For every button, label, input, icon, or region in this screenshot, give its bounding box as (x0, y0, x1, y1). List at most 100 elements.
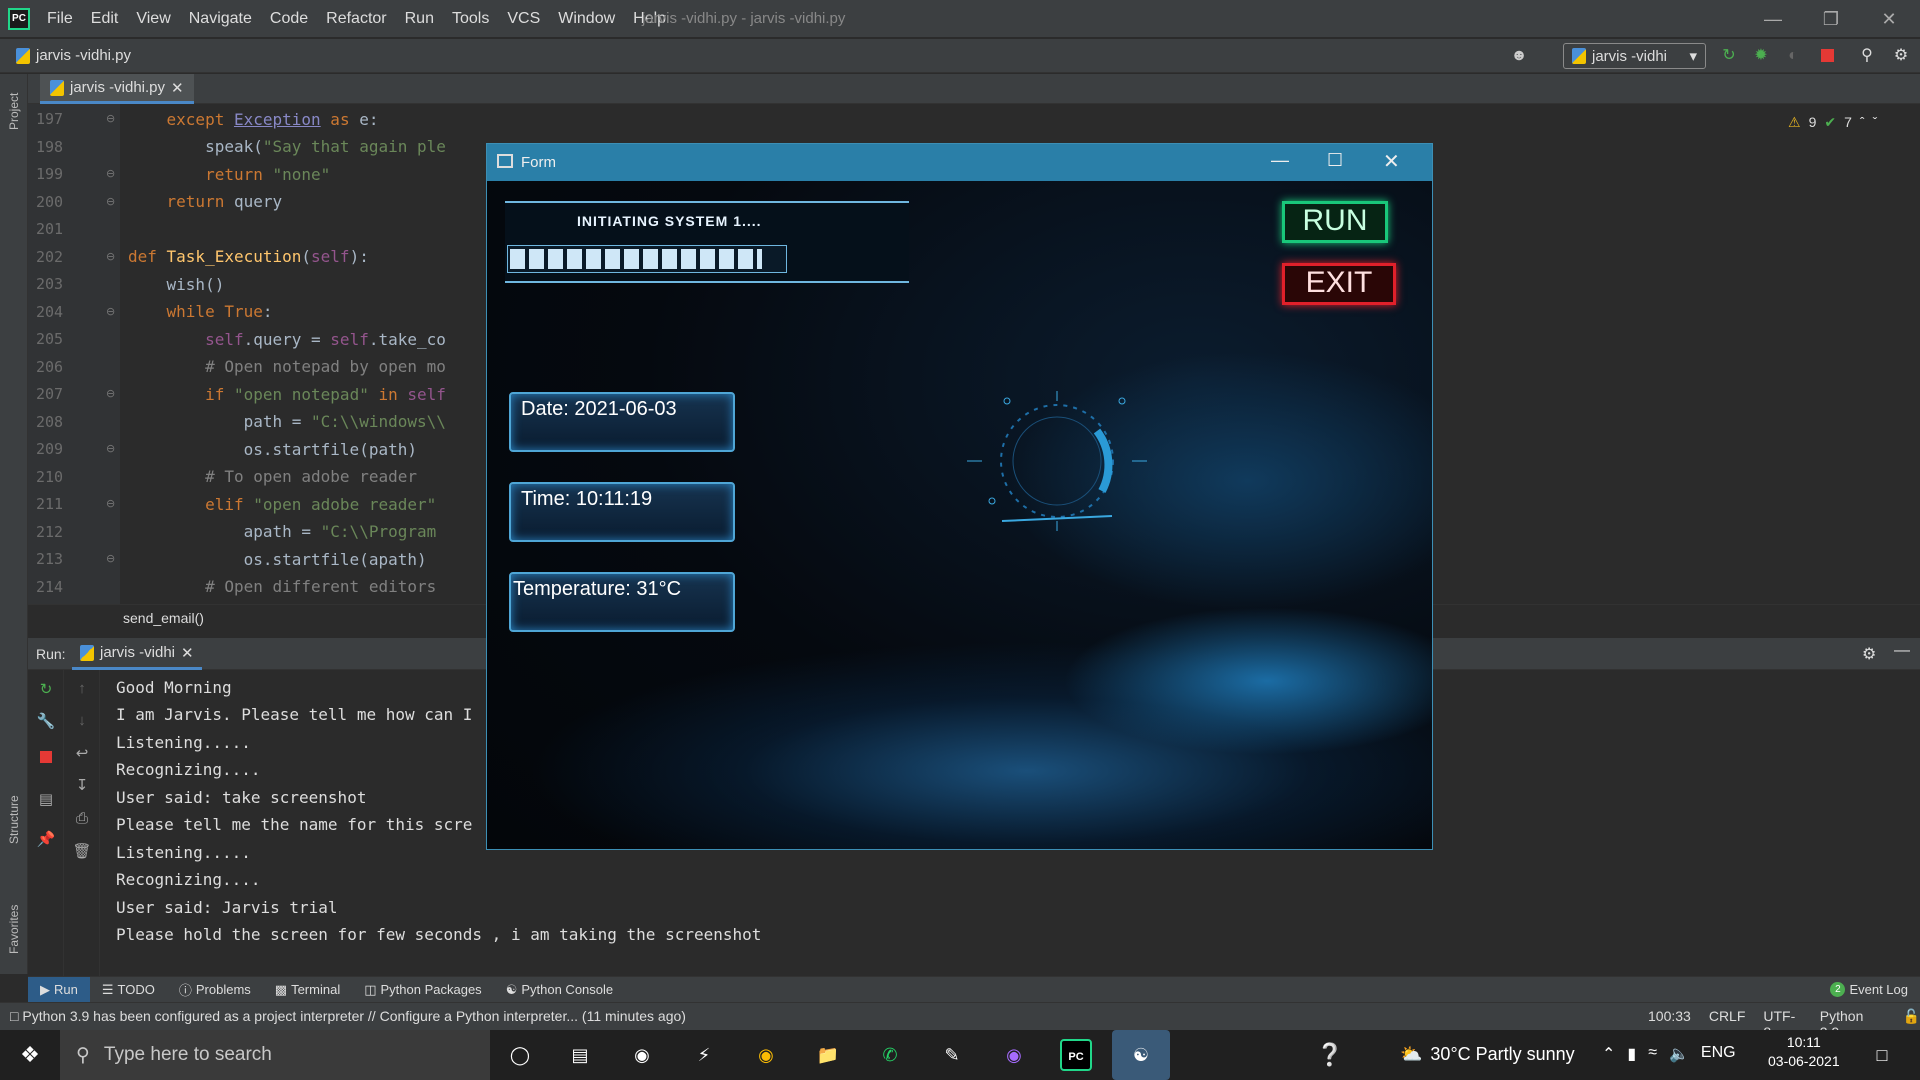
task-view-icon[interactable]: ▤ (564, 1039, 596, 1071)
fold-icon[interactable]: ⊖ (106, 497, 115, 510)
form-window-icon (497, 154, 513, 168)
fold-icon[interactable]: ⊖ (106, 552, 115, 565)
weather-widget[interactable]: ⛅ 30°C Partly sunny (1400, 1044, 1575, 1065)
menu-tools[interactable]: Tools (443, 10, 498, 28)
menu-view[interactable]: View (127, 10, 179, 28)
rerun-icon[interactable]: ↻ (36, 680, 56, 700)
terminal-tool-tab[interactable]: ▩ Terminal (263, 982, 352, 998)
terminal-label: Terminal (291, 982, 341, 997)
console-line: Good Morning (116, 678, 232, 697)
wifi-icon[interactable]: ≈ (1648, 1044, 1657, 1064)
close-button[interactable]: ✕ (1383, 149, 1400, 174)
close-tab-icon[interactable]: ✕ (171, 79, 184, 97)
project-tool-tab[interactable]: Project (7, 93, 21, 130)
fold-icon[interactable]: ⊖ (106, 387, 115, 400)
chevron-up-icon[interactable]: ⌃ (1602, 1044, 1615, 1064)
fold-icon[interactable]: ⊖ (106, 195, 115, 208)
trash-icon[interactable]: 🗑 (72, 842, 92, 862)
menu-file[interactable]: File (38, 10, 82, 28)
python-console-tool-tab[interactable]: ☯ Python Console (494, 982, 625, 998)
github-icon[interactable]: ◉ (998, 1039, 1030, 1071)
soft-wrap-icon[interactable]: ↩ (72, 744, 92, 764)
clock[interactable]: 10:11 03-06-2021 (1768, 1034, 1840, 1069)
event-log-tool-tab[interactable]: 2 Event Log (1818, 982, 1920, 997)
pycharm-taskbar-icon[interactable]: PC (1060, 1039, 1092, 1071)
stop-icon[interactable] (1816, 45, 1838, 67)
exit-button[interactable]: EXIT (1282, 263, 1396, 305)
cortana-icon[interactable]: ◯ (504, 1039, 536, 1071)
favorites-tool-tab[interactable]: Favorites (7, 905, 21, 954)
volume-icon[interactable]: 🔈 (1669, 1044, 1689, 1064)
close-button[interactable]: ✕ (1860, 0, 1918, 38)
menu-window[interactable]: Window (549, 10, 624, 28)
notification-icon[interactable]: □ (1866, 1039, 1898, 1071)
warning-count: 9 (1808, 114, 1817, 130)
coverage-icon[interactable]: ◐ (1782, 45, 1804, 67)
maximize-button[interactable]: ☐ (1327, 150, 1343, 171)
restore-button[interactable]: ❐ (1802, 0, 1860, 38)
todo-tool-tab[interactable]: ☰ TODO (90, 982, 167, 998)
run-tab[interactable]: jarvis -vidhi ✕ (72, 638, 202, 670)
status-message[interactable]: □ Python 3.9 has been configured as a pr… (10, 1008, 686, 1024)
settings-gear-icon[interactable]: ⚙ (1890, 45, 1912, 67)
rerun-icon[interactable]: ↻ (1718, 45, 1740, 67)
python-form-taskbar-icon[interactable]: ☯ (1112, 1030, 1170, 1080)
menu-edit[interactable]: Edit (82, 10, 128, 28)
user-icon[interactable]: ☻ (1508, 45, 1530, 67)
fold-icon[interactable]: ⊖ (106, 112, 115, 125)
run-config-select[interactable]: jarvis -vidhi ▾ (1563, 43, 1706, 69)
minimize-button[interactable]: — (1271, 150, 1289, 171)
time-display: Time: 10:11:19 (509, 482, 735, 542)
line-number: 213 (36, 550, 64, 568)
arrow-up-icon[interactable]: ↑ (72, 680, 92, 700)
stop-icon[interactable] (36, 750, 56, 770)
help-icon[interactable]: ❔ (1314, 1039, 1346, 1071)
hide-panel-icon[interactable]: — (1894, 642, 1910, 660)
minimize-button[interactable]: — (1744, 0, 1802, 38)
fold-icon[interactable]: ⊖ (106, 442, 115, 455)
editor-tab[interactable]: jarvis -vidhi.py ✕ (40, 74, 194, 104)
menu-refactor[interactable]: Refactor (317, 10, 395, 28)
fold-icon[interactable]: ⊖ (106, 305, 115, 318)
chevron-up-icon[interactable]: ˆ (1860, 114, 1865, 131)
chrome-icon[interactable]: ◉ (750, 1039, 782, 1071)
search-icon[interactable]: ⚲ (1856, 45, 1878, 67)
run-tool-tab[interactable]: ▶ Run (28, 977, 90, 1002)
whatsapp-icon[interactable]: ✆ (874, 1039, 906, 1071)
problems-tool-tab[interactable]: ⓘ Problems (167, 980, 263, 999)
fold-icon[interactable]: ⊖ (106, 167, 115, 180)
lightning-app-icon[interactable]: ⚡ (688, 1039, 720, 1071)
menu-run[interactable]: Run (396, 10, 443, 28)
close-tab-icon[interactable]: ✕ (181, 644, 194, 662)
taskbar-search[interactable]: ⚲ Type here to search (60, 1030, 490, 1080)
menu-vcs[interactable]: VCS (498, 10, 549, 28)
notes-app-icon[interactable]: ✎ (936, 1039, 968, 1071)
chevron-down-icon[interactable]: ˇ (1873, 114, 1878, 131)
language-indicator[interactable]: ENG (1701, 1044, 1736, 1064)
line-number: 210 (36, 467, 64, 486)
function-breadcrumb[interactable]: send_email() (123, 610, 204, 626)
status-message-text: Python 3.9 has been configured as a proj… (22, 1008, 686, 1024)
packages-tool-tab[interactable]: ◫ Python Packages (352, 982, 493, 998)
arrow-down-icon[interactable]: ↓ (72, 712, 92, 732)
scroll-to-end-icon[interactable]: ↧ (72, 776, 92, 796)
line-number: 203 (36, 275, 64, 293)
debug-icon[interactable]: ✹ (1750, 45, 1772, 67)
windows-start-icon[interactable]: ❖ (14, 1039, 46, 1071)
wrench-icon[interactable]: 🔧 (36, 712, 56, 732)
menu-code[interactable]: Code (261, 10, 317, 28)
fold-icon[interactable]: ⊖ (106, 250, 115, 263)
run-button[interactable]: RUN (1282, 201, 1388, 243)
print-icon[interactable]: ⎙ (72, 810, 92, 830)
layout-icon[interactable]: ▤ (36, 790, 56, 810)
nav-breadcrumb[interactable]: jarvis -vidhi.py (16, 47, 131, 64)
structure-tool-tab[interactable]: Structure (7, 795, 21, 844)
pin-icon[interactable]: 📌 (36, 830, 56, 850)
inspection-widget[interactable]: ⚠ 9 ✔ 7 ˆˇ (1788, 114, 1877, 131)
file-explorer-icon[interactable]: 📁 (812, 1039, 844, 1071)
settings-gear-icon[interactable]: ⚙ (1862, 644, 1876, 664)
battery-icon[interactable]: ▮ (1627, 1044, 1636, 1064)
console-line: Listening..... (116, 733, 251, 752)
menu-navigate[interactable]: Navigate (180, 10, 261, 28)
camera-icon[interactable]: ◉ (626, 1039, 658, 1071)
